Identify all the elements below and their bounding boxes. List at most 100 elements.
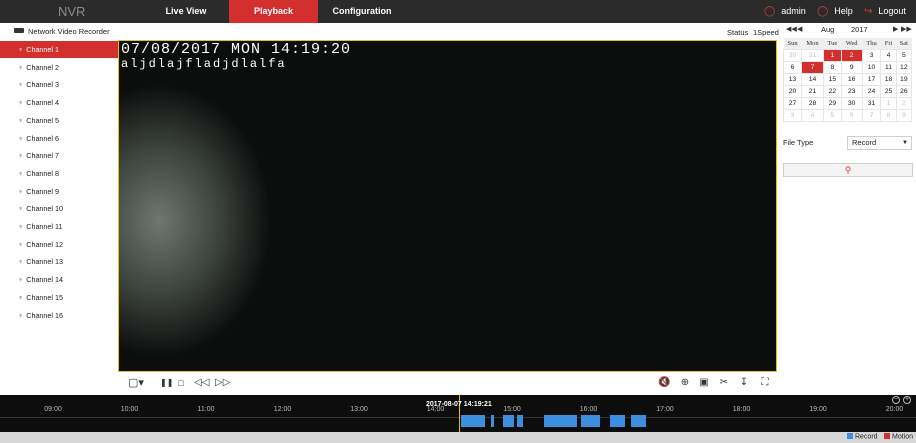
video-player[interactable]: 07/08/2017 MON 14:19:20 aljdlajfladjdlal… bbox=[118, 40, 777, 372]
window-layout-icon[interactable]: ▢▾ bbox=[127, 377, 145, 389]
calendar-day[interactable]: 30 bbox=[840, 96, 863, 110]
zoom-out-icon[interactable]: − bbox=[892, 396, 900, 404]
logout-link[interactable]: ↪ Logout bbox=[864, 0, 906, 23]
calendar-day[interactable]: 16 bbox=[840, 72, 863, 86]
channel-item[interactable]: ♆ Channel 10 bbox=[0, 200, 118, 217]
mute-icon[interactable]: 🔇 bbox=[658, 377, 670, 389]
channel-item[interactable]: ♆ Channel 12 bbox=[0, 236, 118, 253]
calendar-day[interactable]: 26 bbox=[895, 84, 913, 98]
fullscreen-icon[interactable]: ⛶ bbox=[759, 377, 771, 389]
calendar-day[interactable]: 7 bbox=[801, 60, 825, 74]
calendar-day[interactable]: 6 bbox=[840, 108, 863, 122]
tab-configuration[interactable]: Configuration bbox=[322, 0, 402, 23]
prev-year-icon[interactable]: ◀◀ bbox=[786, 25, 797, 33]
calendar-day[interactable]: 2 bbox=[840, 48, 863, 62]
calendar-day[interactable]: 15 bbox=[823, 72, 842, 86]
download-icon[interactable]: ↧ bbox=[738, 377, 750, 389]
calendar-day[interactable]: 25 bbox=[880, 84, 897, 98]
channel-item[interactable]: ♆ Channel 13 bbox=[0, 253, 118, 270]
calendar-day[interactable]: 1 bbox=[823, 48, 842, 62]
channel-item[interactable]: ♆ Channel 5 bbox=[0, 112, 118, 129]
calendar-day[interactable]: 30 bbox=[782, 48, 803, 62]
help-link[interactable]: ◯ Help bbox=[817, 0, 853, 23]
record-segment[interactable] bbox=[460, 415, 486, 427]
tab-live-view[interactable]: Live View bbox=[145, 0, 227, 23]
calendar-day[interactable]: 5 bbox=[823, 108, 842, 122]
zoom-in-icon[interactable]: + bbox=[903, 396, 911, 404]
search-button[interactable]: ⚲ bbox=[783, 163, 913, 177]
calendar-day[interactable]: 20 bbox=[782, 84, 803, 98]
help-icon: ◯ bbox=[817, 6, 829, 17]
channel-item[interactable]: ♆ Channel 6 bbox=[0, 130, 118, 147]
pause-icon[interactable]: ❚❚ bbox=[160, 377, 173, 389]
calendar-day[interactable]: 8 bbox=[823, 60, 842, 74]
zoom-icon[interactable]: ⊕ bbox=[679, 377, 691, 389]
calendar-day[interactable]: 27 bbox=[782, 96, 803, 110]
channel-item[interactable]: ♆ Channel 16 bbox=[0, 307, 118, 324]
calendar-day[interactable]: 2 bbox=[895, 96, 913, 110]
record-segment[interactable] bbox=[502, 415, 514, 427]
osd-caption: aljdlajfladjdlalfa bbox=[121, 57, 287, 71]
record-segment[interactable] bbox=[544, 415, 578, 427]
calendar-day[interactable]: 18 bbox=[880, 72, 897, 86]
slow-down-icon[interactable]: ◁◁ bbox=[194, 377, 209, 389]
record-segment[interactable] bbox=[580, 415, 600, 427]
calendar-day[interactable]: 31 bbox=[801, 48, 825, 62]
calendar-day[interactable]: 19 bbox=[895, 72, 913, 86]
channel-item[interactable]: ♆ Channel 2 bbox=[0, 59, 118, 76]
calendar-day[interactable]: 6 bbox=[782, 60, 803, 74]
speed-up-icon[interactable]: ▷▷ bbox=[215, 377, 230, 389]
channel-item[interactable]: ♆ Channel 11 bbox=[0, 218, 118, 235]
record-segment[interactable] bbox=[630, 415, 646, 427]
next-year-icon[interactable]: ▶▶ bbox=[901, 25, 912, 33]
calendar-day[interactable]: 14 bbox=[801, 72, 825, 86]
calendar-day[interactable]: 31 bbox=[861, 96, 882, 110]
channel-item[interactable]: ♆ Channel 7 bbox=[0, 147, 118, 164]
calendar-day[interactable]: 12 bbox=[895, 60, 913, 74]
calendar-day[interactable]: 3 bbox=[782, 108, 803, 122]
file-type-select[interactable]: Record ▼ bbox=[847, 136, 912, 150]
snapshot-icon[interactable]: ▣ bbox=[698, 377, 710, 389]
calendar-day[interactable]: 5 bbox=[895, 48, 913, 62]
calendar-day[interactable]: 10 bbox=[861, 60, 882, 74]
calendar-day[interactable]: 21 bbox=[801, 84, 825, 98]
tab-playback[interactable]: Playback bbox=[229, 0, 318, 23]
channel-item[interactable]: ♆ Channel 3 bbox=[0, 76, 118, 93]
calendar-day[interactable]: 13 bbox=[782, 72, 803, 86]
prev-month-icon[interactable]: ◀ bbox=[797, 25, 802, 33]
camera-icon: ♆ bbox=[18, 206, 24, 214]
calendar-day[interactable]: 3 bbox=[861, 48, 882, 62]
channel-item[interactable]: ♆ Channel 14 bbox=[0, 271, 118, 288]
calendar-day[interactable]: 7 bbox=[861, 108, 882, 122]
calendar-day[interactable]: 22 bbox=[823, 84, 842, 98]
channel-item[interactable]: ♆ Channel 8 bbox=[0, 165, 118, 182]
calendar-day[interactable]: 17 bbox=[861, 72, 882, 86]
calendar-day[interactable]: 9 bbox=[840, 60, 863, 74]
weekday-label: Wed bbox=[841, 38, 863, 49]
camera-icon: ♆ bbox=[18, 277, 24, 285]
channel-item[interactable]: ♆ Channel 4 bbox=[0, 94, 118, 111]
calendar-day[interactable]: 29 bbox=[823, 96, 842, 110]
stop-icon[interactable]: □ bbox=[176, 377, 186, 389]
record-segment[interactable] bbox=[609, 415, 626, 427]
record-segment[interactable] bbox=[517, 415, 524, 427]
channel-item[interactable]: ♆ Channel 15 bbox=[0, 289, 118, 306]
calendar-day[interactable]: 9 bbox=[895, 108, 913, 122]
next-month-icon[interactable]: ▶ bbox=[893, 25, 898, 33]
calendar-header: ◀◀ ◀ Aug 2017 ▶ ▶▶ bbox=[783, 25, 912, 37]
calendar-day[interactable]: 11 bbox=[880, 60, 897, 74]
calendar-day[interactable]: 4 bbox=[880, 48, 897, 62]
channel-item[interactable]: ♆ Channel 1 bbox=[0, 41, 118, 58]
record-segment[interactable] bbox=[490, 415, 495, 427]
device-tree-root[interactable]: Network Video Recorder bbox=[14, 27, 110, 36]
calendar-day[interactable]: 28 bbox=[801, 96, 825, 110]
calendar-day[interactable]: 8 bbox=[880, 108, 897, 122]
timeline[interactable]: 09:00 10:00 11:00 12:00 13:00 14:00 15:00 16:00… bbox=[0, 395, 916, 432]
channel-item[interactable]: ♆ Channel 9 bbox=[0, 183, 118, 200]
calendar-day[interactable]: 23 bbox=[840, 84, 863, 98]
calendar-day[interactable]: 24 bbox=[861, 84, 882, 98]
user-menu[interactable]: ◯ admin bbox=[764, 0, 806, 23]
clip-icon[interactable]: ✂ bbox=[718, 377, 730, 389]
calendar-day[interactable]: 4 bbox=[801, 108, 825, 122]
calendar-day[interactable]: 1 bbox=[880, 96, 897, 110]
